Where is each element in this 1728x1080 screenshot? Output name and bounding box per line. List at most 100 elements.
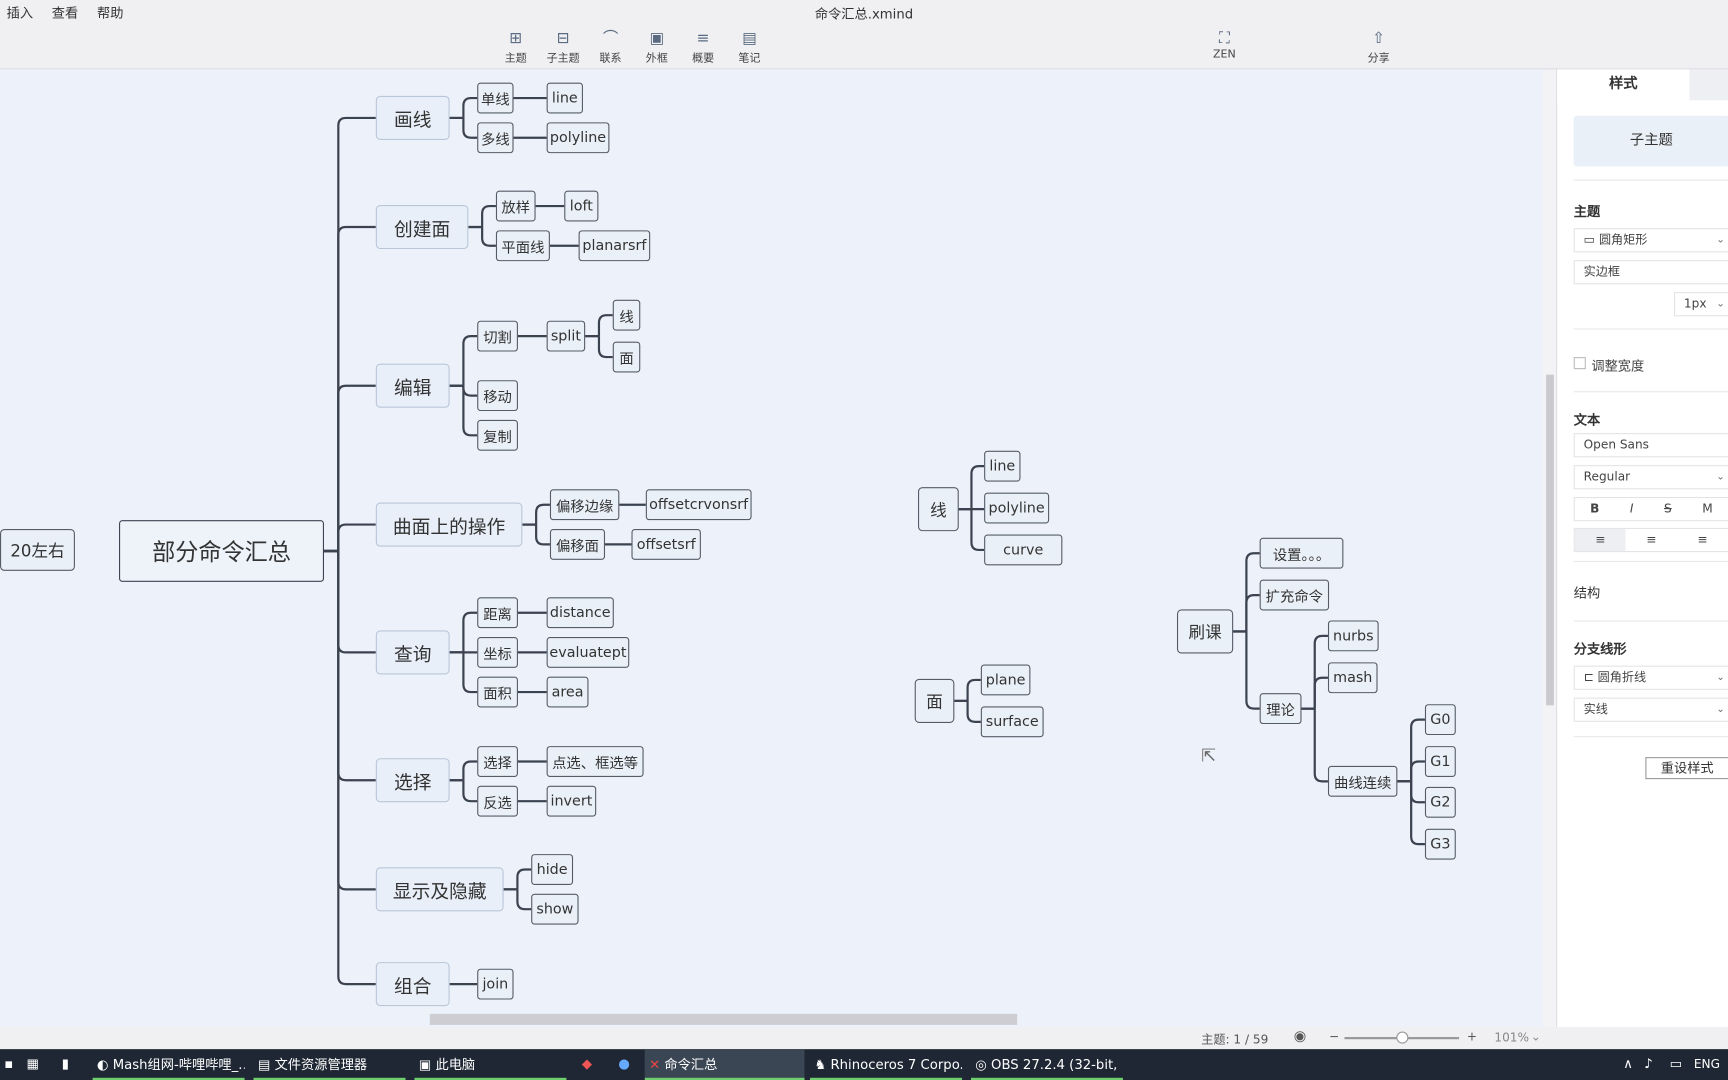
main-topic[interactable]: 组合	[375, 962, 450, 1007]
line-style-select[interactable]: 实线 ⌄	[1573, 697, 1728, 722]
main-topic[interactable]: 编辑	[375, 363, 450, 408]
main-topic[interactable]: 曲面上的操作	[375, 502, 523, 547]
subtopic[interactable]: line	[984, 450, 1021, 482]
subtopic[interactable]: 反选	[477, 785, 518, 817]
font-select[interactable]: Open Sans	[1573, 433, 1728, 458]
subtopic[interactable]: 选择	[477, 746, 518, 777]
central-topic[interactable]: 部分命令汇总	[119, 520, 324, 582]
tab-style[interactable]: 样式	[1557, 69, 1690, 101]
subtopic[interactable]: 面	[612, 341, 641, 373]
subtopic[interactable]: G3	[1424, 828, 1456, 860]
start-icon[interactable]: ▪	[4, 1056, 13, 1071]
subtopic[interactable]: 设置。。。	[1259, 537, 1344, 569]
more-format-button[interactable]: M	[1702, 498, 1712, 520]
subtopic[interactable]: polyline	[546, 122, 610, 154]
network-icon[interactable]: ▭	[1670, 1056, 1683, 1071]
subtopic[interactable]: invert	[546, 785, 597, 817]
subtopic[interactable]: polyline	[984, 492, 1050, 524]
subtopic[interactable]: hide	[531, 854, 574, 885]
subtopic[interactable]: 多线	[477, 122, 514, 154]
strikethrough-button[interactable]: S	[1664, 498, 1672, 520]
subtopic[interactable]: 单线	[477, 82, 514, 114]
summary-button[interactable]: ≡ 概要	[681, 29, 725, 65]
bold-button[interactable]: B	[1590, 498, 1599, 520]
main-topic[interactable]: 创建面	[375, 204, 469, 250]
border-select[interactable]: 实边框	[1573, 260, 1728, 285]
subtopic[interactable]: 平面线	[495, 230, 550, 262]
vertical-scroll-thumb[interactable]	[1546, 374, 1554, 706]
boundary-button[interactable]: ▣ 外框	[635, 29, 679, 65]
subtopic[interactable]: 移动	[477, 380, 518, 412]
subtopic[interactable]: area	[546, 676, 589, 708]
taskbar-app-this-pc[interactable]: ▣ 此电脑	[414, 1049, 567, 1080]
subtopic[interactable]: G2	[1424, 786, 1456, 818]
branch-shape-select[interactable]: ⊏ 圆角折线 ⌄	[1573, 665, 1728, 690]
taskbar-app-explorer[interactable]: ▤ 文件资源管理器	[253, 1049, 406, 1080]
zoom-out-button[interactable]: −	[1329, 1029, 1339, 1043]
subtopic[interactable]: show	[531, 893, 579, 925]
chevron-down-icon[interactable]: ⌄	[1531, 1029, 1541, 1043]
subtopic[interactable]: distance	[546, 597, 614, 629]
note-button[interactable]: ▤ 笔记	[727, 29, 771, 65]
subtopic[interactable]: 偏移面	[549, 528, 606, 560]
relationship-button[interactable]: ⌒ 联系	[588, 29, 632, 65]
taskbar-app-obs[interactable]: ◎ OBS 27.2.4 (32-bit, ...	[970, 1049, 1123, 1080]
subtopic[interactable]: G1	[1424, 746, 1456, 777]
zoom-slider-handle[interactable]	[1396, 1031, 1409, 1044]
font-weight-select[interactable]: Regular ⌄	[1573, 465, 1728, 490]
subtopic[interactable]: 放样	[495, 190, 536, 222]
taskbar-app-rhino[interactable]: ♞ Rhinoceros 7 Corpo...	[809, 1049, 963, 1080]
zoom-level[interactable]: 101%	[1494, 1030, 1529, 1044]
taskbar-icon[interactable]: ▮	[62, 1056, 69, 1071]
main-topic[interactable]: 查询	[375, 630, 450, 675]
subtopic[interactable]: mash	[1327, 662, 1378, 694]
volume-icon[interactable]: ♪	[1644, 1056, 1652, 1071]
mindmap-canvas[interactable]: 部分命令汇总 20左右 画线 单线 line 多线 polyline 创建面 放样 loft 平面线…	[0, 69, 1543, 1028]
subtopic[interactable]: 曲线连续	[1327, 765, 1398, 797]
subtopic[interactable]: split	[546, 320, 586, 352]
main-topic[interactable]: 显示及隐藏	[375, 867, 504, 912]
reset-style-button[interactable]: 重设样式	[1645, 757, 1728, 780]
subtopic[interactable]: planarsrf	[578, 230, 651, 262]
floating-topic[interactable]: 刷课	[1176, 609, 1234, 654]
subtopic[interactable]: curve	[984, 534, 1063, 566]
tray-chevron-icon[interactable]: ∧	[1623, 1056, 1633, 1071]
eye-icon[interactable]: ◉	[1294, 1028, 1307, 1045]
horizontal-scroll-thumb[interactable]	[429, 1013, 1018, 1025]
taskbar-app-browser[interactable]: ◐ Mash组网-哔哩哔哩_...	[92, 1049, 245, 1080]
subtopic[interactable]: loft	[564, 190, 599, 222]
share-button[interactable]: ⇧ 分享	[1357, 29, 1401, 65]
align-center-icon[interactable]: ≡	[1626, 529, 1677, 551]
taskbar-icon[interactable]: ●	[618, 1056, 630, 1071]
main-topic[interactable]: 画线	[375, 95, 450, 140]
subtopic[interactable]: 复制	[477, 419, 518, 451]
subtopic[interactable]: 切割	[477, 320, 518, 352]
subtopic[interactable]: nurbs	[1327, 620, 1379, 652]
structure-section[interactable]: 结构	[1574, 583, 1600, 602]
subtopic[interactable]: G0	[1424, 704, 1456, 736]
floating-topic[interactable]: 线	[917, 487, 959, 532]
subtopic[interactable]: join	[477, 968, 514, 1000]
align-right-icon[interactable]: ≡	[1677, 529, 1728, 551]
subtopic[interactable]: offsetcrvonsrf	[645, 489, 752, 521]
floating-label[interactable]: 20左右	[0, 528, 75, 571]
taskbar-app-xmind[interactable]: ✕ 命令汇总	[644, 1049, 805, 1080]
tab-other[interactable]	[1689, 69, 1728, 101]
shape-select[interactable]: ▭ 圆角矩形 ⌄	[1573, 228, 1728, 253]
taskbar-icon[interactable]: ▦	[26, 1056, 39, 1071]
zoom-in-button[interactable]: +	[1467, 1029, 1477, 1043]
floating-topic[interactable]: 面	[914, 678, 955, 723]
italic-button[interactable]: I	[1630, 498, 1634, 520]
subtopic[interactable]: offsetsrf	[631, 528, 701, 560]
zen-button[interactable]: ⛶ ZEN	[1202, 29, 1246, 61]
subtopic[interactable]: 面积	[477, 676, 518, 708]
subtopic[interactable]: 坐标	[477, 636, 518, 668]
subtopic[interactable]: line	[546, 82, 583, 114]
subtopic[interactable]: plane	[980, 664, 1031, 696]
language-indicator[interactable]: ENG	[1694, 1057, 1720, 1071]
subtopic[interactable]: 扩充命令	[1259, 579, 1330, 611]
border-width-select[interactable]: 1px ⌄	[1673, 292, 1728, 317]
taskbar-icon[interactable]: ◆	[582, 1056, 592, 1071]
topic-button[interactable]: ⊞ 主题	[494, 29, 538, 65]
align-left-icon[interactable]: ≡	[1574, 528, 1626, 552]
